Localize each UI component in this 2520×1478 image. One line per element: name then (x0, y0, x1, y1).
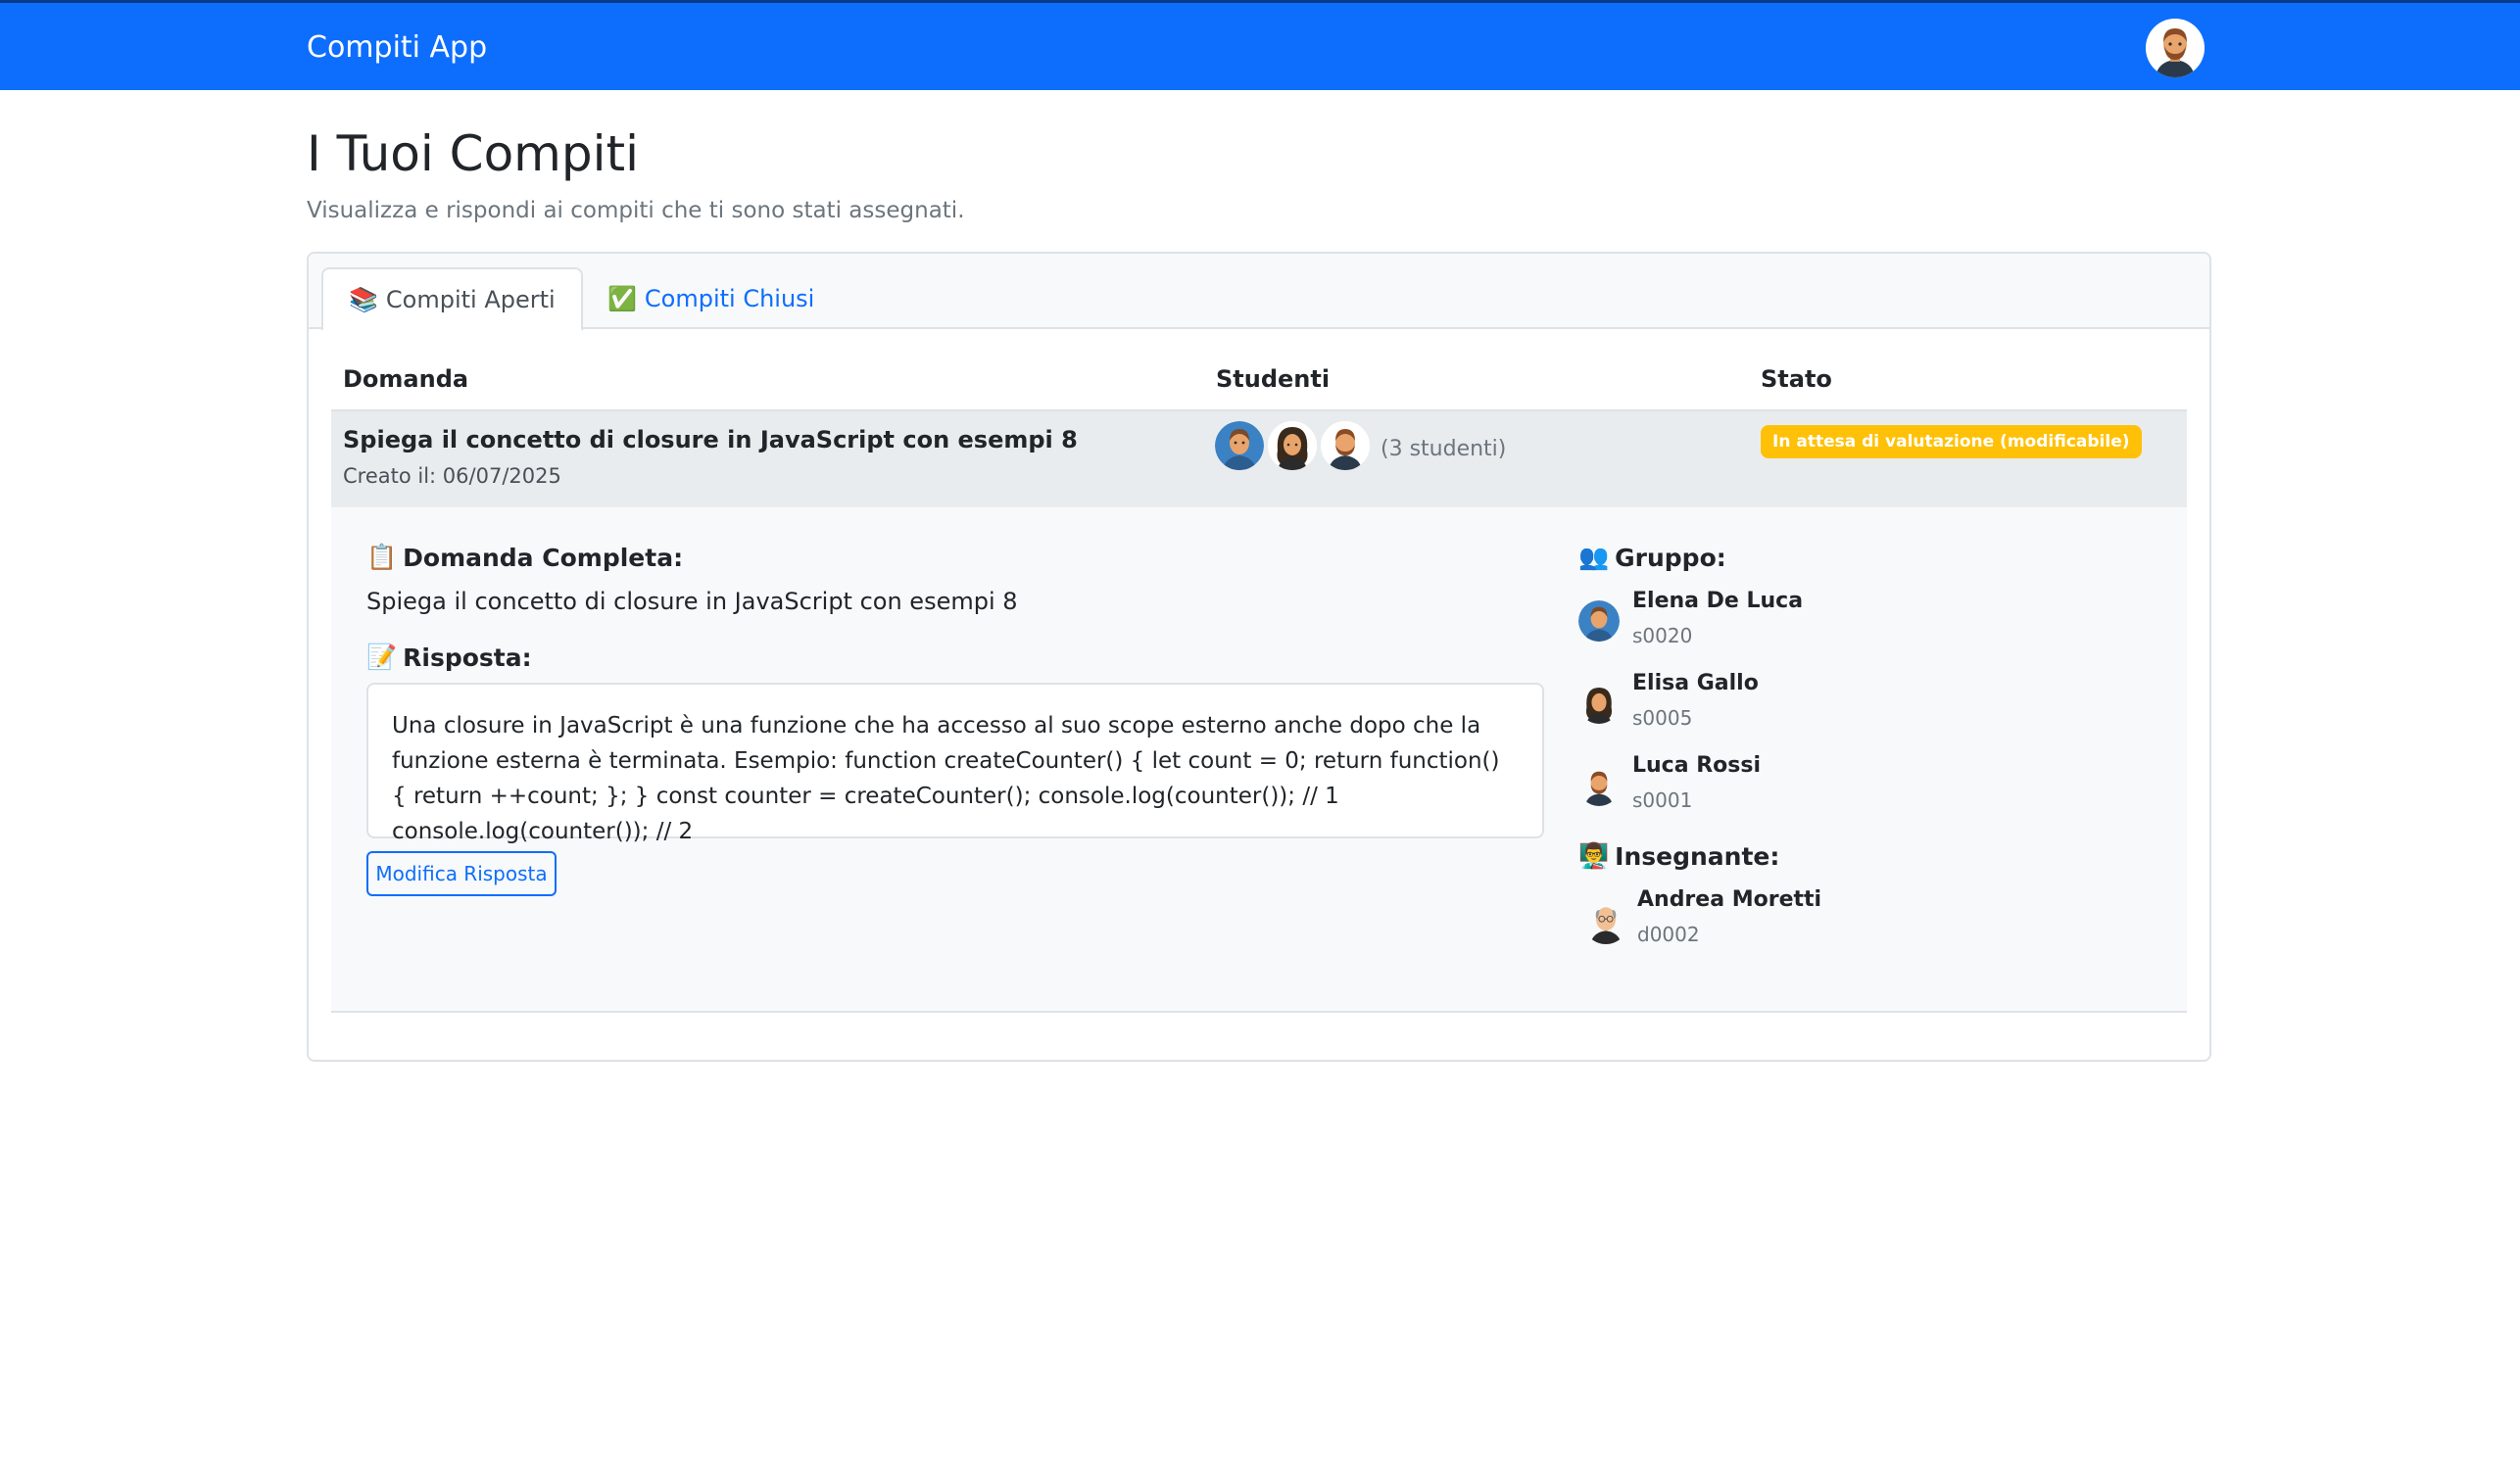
member-name: Luca Rossi (1632, 753, 1762, 778)
group-heading: 👥 Gruppo: (1578, 543, 1726, 572)
brand-link[interactable]: Compiti App (307, 30, 487, 65)
teacher-icon: 👨‍🏫 (1578, 841, 1610, 870)
user-avatar-icon[interactable] (2146, 19, 2205, 77)
column-header-question: Domanda (343, 365, 469, 393)
tab-label: Compiti Aperti (385, 285, 556, 313)
student-avatar-icon (1215, 421, 1264, 470)
teacher-avatar-icon (1583, 899, 1628, 944)
column-header-status: Stato (1761, 365, 1832, 393)
edit-answer-button[interactable]: Modifica Risposta (366, 851, 557, 896)
tabs-bar: 📚 Compiti Aperti ✅ Compiti Chiusi (309, 254, 2209, 331)
status-badge: In attesa di valutazione (modificabile) (1761, 425, 2142, 458)
student-avatar-icon (1268, 421, 1317, 470)
check-mark-icon: ✅ (607, 284, 637, 312)
column-header-students: Studenti (1216, 365, 1331, 393)
question-title: Spiega il concetto di closure in JavaScr… (343, 426, 1078, 453)
navbar: Compiti App (0, 0, 2520, 90)
tab-label: Compiti Chiusi (644, 284, 815, 312)
students-count: (3 studenti) (1381, 437, 1507, 461)
answer-text: Una closure in JavaScript è una funzione… (366, 683, 1544, 844)
people-icon: 👥 (1578, 543, 1610, 571)
created-date: Creato il: 06/07/2025 (343, 464, 561, 488)
page-subtitle: Visualizza e rispondi ai compiti che ti … (307, 198, 965, 223)
tab-closed-assignments[interactable]: ✅ Compiti Chiusi (582, 267, 840, 329)
books-icon: 📚 (349, 285, 378, 313)
clipboard-icon: 📋 (366, 543, 398, 571)
member-name: Elena De Luca (1632, 589, 1804, 613)
memo-icon: 📝 (366, 643, 398, 671)
member-avatar-icon (1578, 600, 1620, 642)
member-name: Elisa Gallo (1632, 671, 1759, 695)
tab-open-assignments[interactable]: 📚 Compiti Aperti (321, 267, 583, 331)
answer-heading: 📝 Risposta: (366, 643, 532, 672)
member-avatar-icon (1578, 683, 1620, 724)
member-id: s0005 (1632, 706, 1693, 730)
full-question-text: Spiega il concetto di closure in JavaScr… (366, 588, 1018, 615)
member-id: s0001 (1632, 788, 1693, 812)
full-question-heading: 📋 Domanda Completa: (366, 543, 684, 572)
teacher-name: Andrea Moretti (1637, 887, 1822, 912)
teacher-id: d0002 (1637, 923, 1700, 946)
member-id: s0020 (1632, 624, 1693, 647)
member-avatar-icon (1578, 765, 1620, 806)
student-avatar-icon (1321, 421, 1370, 470)
page-title: I Tuoi Compiti (307, 125, 639, 182)
teacher-heading: 👨‍🏫 Insegnante: (1578, 841, 1780, 871)
